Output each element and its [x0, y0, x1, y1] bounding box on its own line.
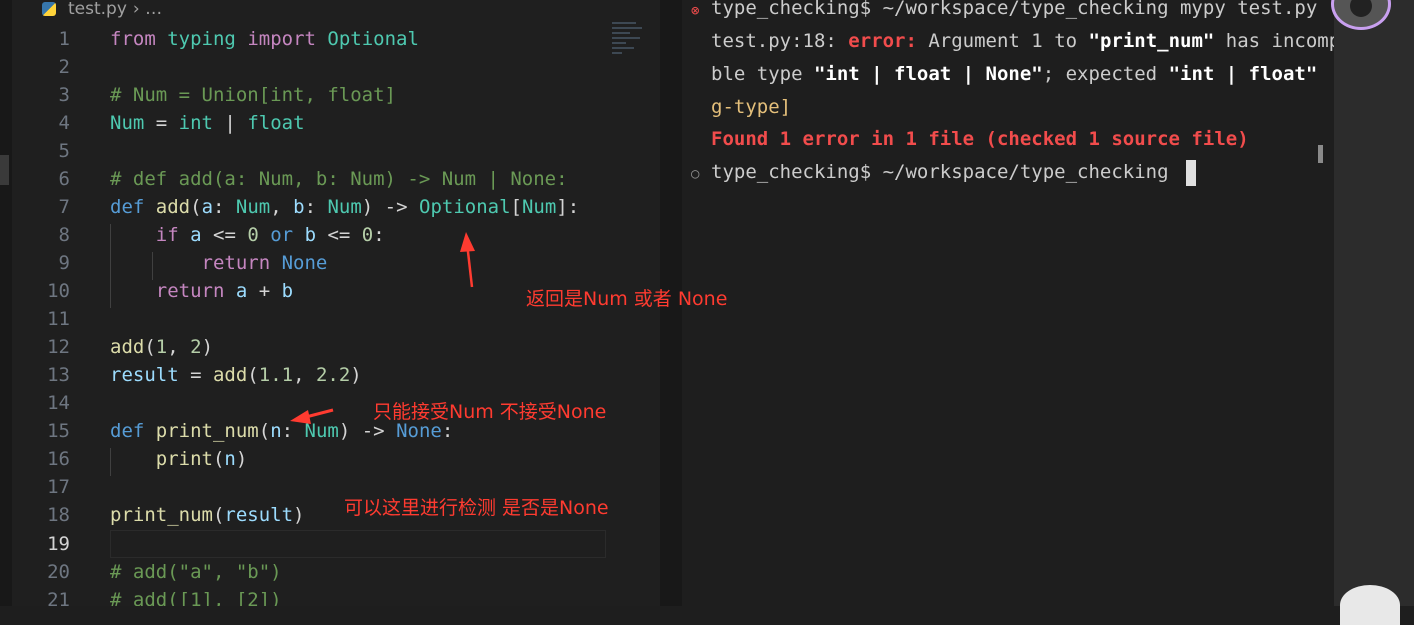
code-line-20[interactable]: 20 # add("a", "b"): [12, 558, 660, 586]
corner-icon: [1340, 585, 1400, 625]
terminal-panel[interactable]: ⊗ type_checking$ ~/workspace/type_checki…: [682, 0, 1375, 606]
code-line-8[interactable]: 8 if a <= 0 or b <= 0:: [12, 221, 660, 249]
activity-strip: [0, 0, 12, 606]
terminal-error-line-3: g-type]: [711, 96, 792, 118]
terminal-error-line: test.py:18: error: Argument 1 to "print_…: [711, 30, 1375, 52]
code-line-3[interactable]: 3 # Num = Union[int, float]: [12, 81, 660, 109]
code-line-16[interactable]: 16 print(n): [12, 445, 660, 473]
python-file-icon: [42, 2, 56, 16]
annotation-check: 可以这里进行检测 是否是None: [344, 497, 609, 519]
terminal-summary: Found 1 error in 1 file (checked 1 sourc…: [711, 128, 1249, 150]
code-line-21[interactable]: 21 # add([1], [2]): [12, 586, 660, 606]
code-line-7[interactable]: 7 def add(a: Num, b: Num) -> Optional[Num…: [12, 193, 660, 221]
code-line-12[interactable]: 12 add(1, 2): [12, 333, 660, 361]
terminal-error-line-2: ble type "int | float | None"; expected …: [711, 63, 1375, 85]
breadcrumb-file[interactable]: test.py: [68, 0, 127, 19]
breadcrumb[interactable]: test.py › …: [42, 0, 162, 21]
annotation-return: 返回是Num 或者 None: [526, 288, 728, 310]
code-line-2[interactable]: 2: [12, 53, 660, 81]
status-circle-icon: ○: [691, 166, 700, 182]
annotation-param: 只能接受Num 不接受None: [373, 401, 607, 423]
terminal-command: type_checking$ ~/workspace/type_checking…: [711, 0, 1318, 19]
side-panel: [1334, 0, 1414, 606]
terminal-scrollbar[interactable]: [1318, 145, 1323, 163]
terminal-prompt[interactable]: type_checking$ ~/workspace/type_checking: [711, 156, 1196, 189]
code-line-6[interactable]: 6 # def add(a: Num, b: Num) -> Num | None…: [12, 165, 660, 193]
code-line-5[interactable]: 5: [12, 137, 660, 165]
code-line-1[interactable]: 1 from typing import Optional: [12, 25, 660, 53]
code-line-4[interactable]: 4 Num = int | float: [12, 109, 660, 137]
error-circle-icon: ⊗: [691, 3, 700, 19]
active-marker: [0, 155, 9, 185]
terminal-cursor: [1186, 159, 1196, 186]
code-line-9[interactable]: 9 return None: [12, 249, 660, 277]
code-line-19[interactable]: 19: [12, 530, 660, 558]
code-line-13[interactable]: 13 result = add(1.1, 2.2): [12, 361, 660, 389]
breadcrumb-rest[interactable]: › …: [133, 0, 162, 19]
